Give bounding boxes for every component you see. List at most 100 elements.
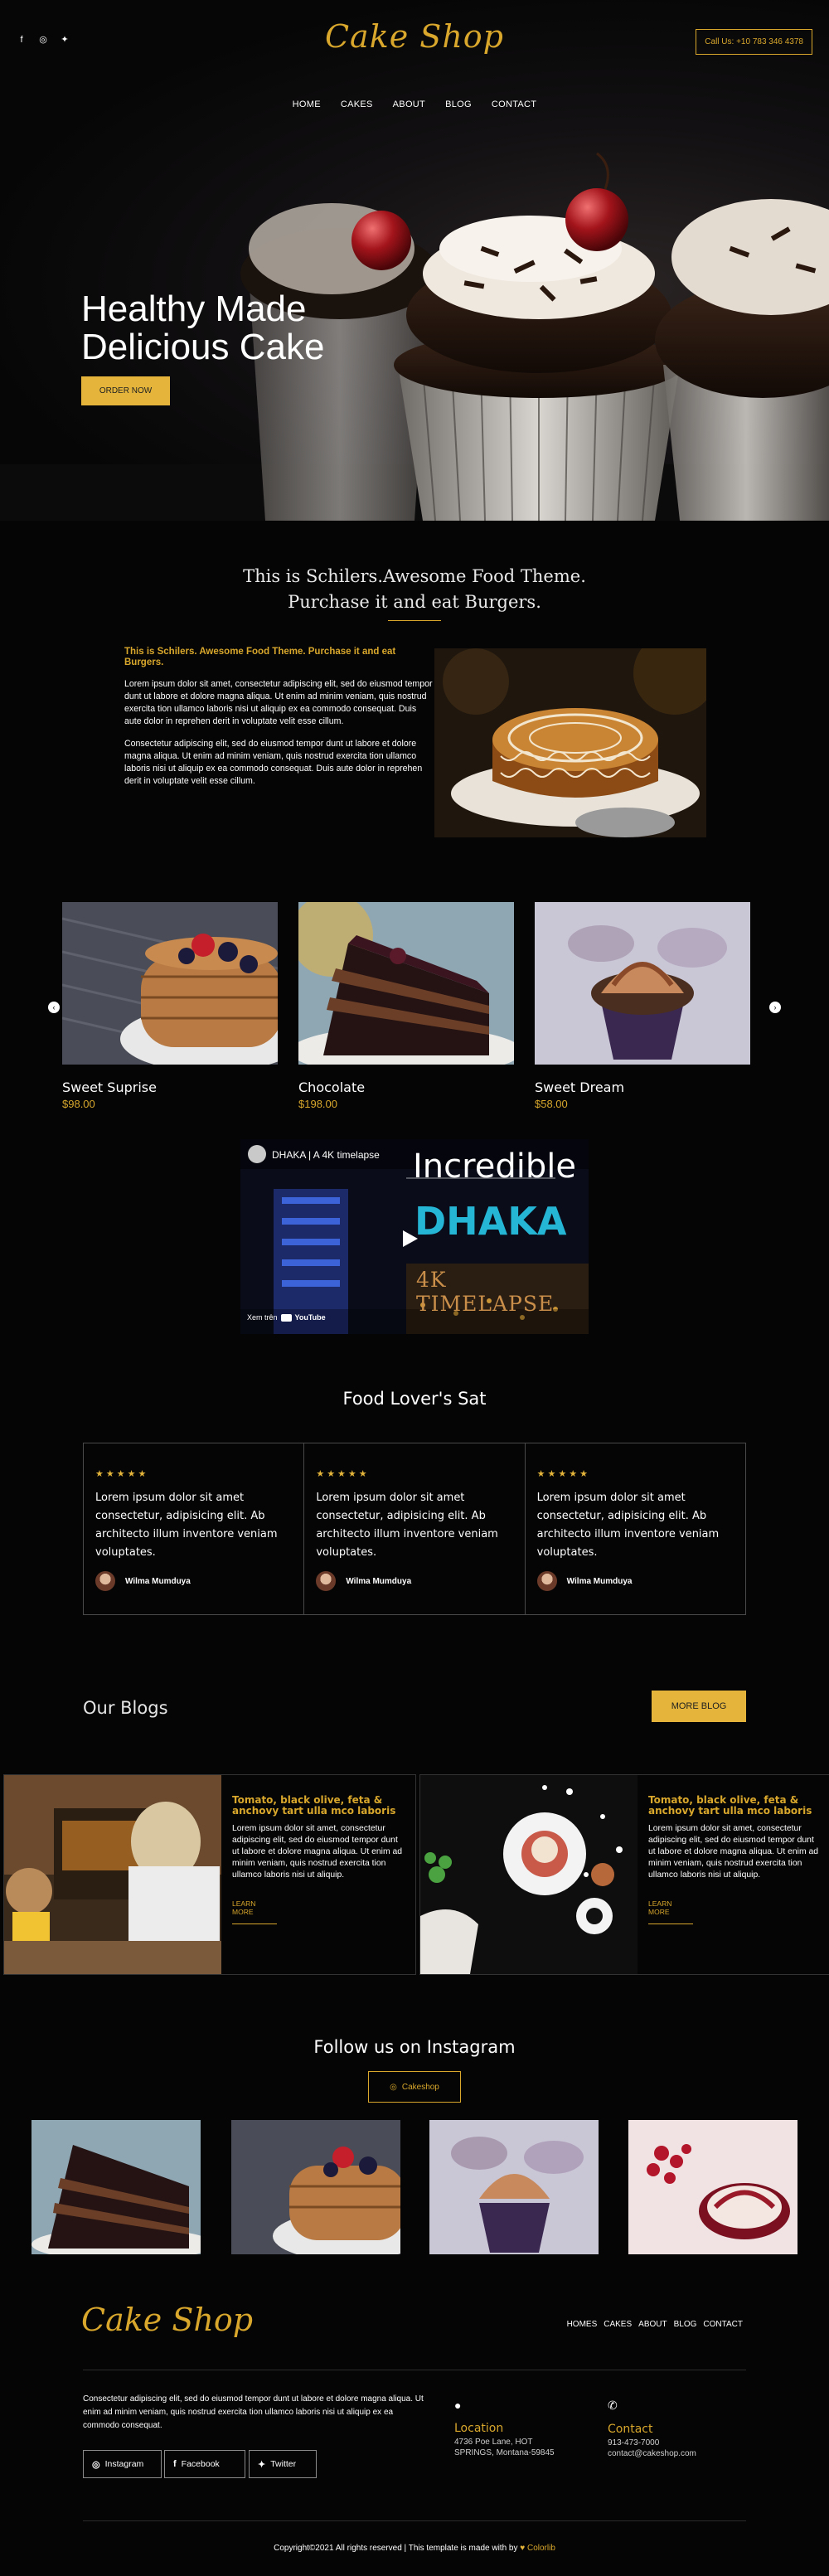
- testimonial-text: Lorem ipsum dolor sit amet consectetur, …: [316, 1492, 498, 1559]
- nav-about[interactable]: ABOUT: [393, 99, 425, 109]
- footer-instagram-label: Instagram: [104, 2459, 144, 2469]
- footer-facebook-button[interactable]: f Facebook: [164, 2450, 245, 2478]
- product-image-2: [298, 902, 514, 1065]
- location-line1: 4736 Poe Lane, HOT: [454, 2438, 533, 2447]
- footer-nav-about[interactable]: ABOUT: [638, 2320, 667, 2329]
- rating-stars: ★★★★★: [316, 1469, 370, 1479]
- instagram-button-label: Cakeshop: [401, 2082, 439, 2092]
- product-price-3: $58.00: [535, 1098, 568, 1110]
- about-cake-image: [434, 648, 706, 837]
- blog-title-2[interactable]: Tomato, black olive, feta & anchovy tart…: [648, 1795, 821, 1817]
- nav-blog[interactable]: BLOG: [445, 99, 472, 109]
- phone-icon: ✆: [608, 2399, 618, 2412]
- rating-stars: ★★★★★: [536, 1469, 590, 1479]
- product-name-3: Sweet Dream: [535, 1079, 625, 1095]
- footer-nav: HOMES CAKES ABOUT BLOG CONTACT: [567, 2320, 743, 2329]
- product-card-3[interactable]: Sweet Dream $58.00: [535, 902, 750, 1110]
- main-nav: HOME CAKES ABOUT BLOG CONTACT: [0, 99, 829, 109]
- about-heading-line2: Purchase it and eat Burgers.: [288, 592, 541, 612]
- location-line2: SPRINGS, Montana-59845: [454, 2448, 555, 2457]
- colorlib-link[interactable]: Colorlib: [527, 2544, 555, 2553]
- rating-stars: ★★★★★: [95, 1469, 149, 1479]
- carousel-prev-button[interactable]: ‹: [48, 1002, 60, 1013]
- video-watch-on-label: Xem trên: [247, 1313, 278, 1322]
- blog-image-2: [420, 1775, 638, 1974]
- testimonial-card: ★★★★★ Lorem ipsum dolor sit amet consect…: [524, 1443, 746, 1614]
- instagram-image-2[interactable]: [231, 2120, 400, 2254]
- twitter-icon: ✦: [258, 2459, 266, 2470]
- footer-twitter-button[interactable]: ✦ Twitter: [249, 2450, 317, 2478]
- blog-text-1: Lorem ipsum dolor sit amet, consectetur …: [232, 1824, 403, 1880]
- blog-body-2: Tomato, black olive, feta & anchovy tart…: [638, 1775, 829, 1974]
- more-blog-button[interactable]: MORE BLOG: [652, 1691, 746, 1722]
- product-image-3: [535, 902, 750, 1065]
- testimonial-author: Wilma Mumduya: [536, 1571, 632, 1591]
- footer-bottom-divider: [83, 2520, 746, 2521]
- top-bar: f ◎ ✦ Cake Shop Call Us: +10 783 346 437…: [0, 0, 829, 83]
- youtube-video-embed[interactable]: DHAKA | A 4K timelapse Incredible DHAKA …: [240, 1139, 589, 1334]
- instagram-image-3[interactable]: [429, 2120, 599, 2254]
- blog-title-1[interactable]: Tomato, black olive, feta & anchovy tart…: [232, 1795, 405, 1817]
- nav-cakes[interactable]: CAKES: [341, 99, 373, 109]
- instagram-follow-button[interactable]: ◎ Cakeshop: [368, 2071, 461, 2103]
- footer-twitter-label: Twitter: [270, 2459, 297, 2469]
- testimonial-text: Lorem ipsum dolor sit amet consectetur, …: [95, 1492, 278, 1559]
- footer-facebook-label: Facebook: [181, 2459, 220, 2469]
- contact-phone[interactable]: 913-473-7000: [608, 2438, 696, 2448]
- footer-instagram-button[interactable]: ◎ Instagram: [83, 2450, 162, 2478]
- instagram-image-1[interactable]: [32, 2120, 201, 2254]
- avatar: [536, 1571, 557, 1591]
- video-overlay-title: Incredible: [413, 1147, 576, 1186]
- product-card-1[interactable]: Sweet Suprise $98.00: [62, 902, 278, 1110]
- blogs-title: Our Blogs: [83, 1698, 168, 1718]
- about-divider: [388, 620, 441, 621]
- hero-title-line2: Delicious Cake: [81, 327, 325, 367]
- nav-home[interactable]: HOME: [293, 99, 321, 109]
- about-text: This is Schilers. Awesome Food Theme. Pu…: [124, 647, 433, 798]
- instagram-image-4[interactable]: [628, 2120, 797, 2254]
- facebook-icon: f: [173, 2459, 177, 2469]
- testimonials-list: ★★★★★ Lorem ipsum dolor sit amet consect…: [83, 1443, 746, 1615]
- video-overlay-city: DHAKA: [414, 1199, 567, 1244]
- instagram-icon: ◎: [390, 2082, 397, 2092]
- copyright-text: Copyright©2021 All rights reserved | Thi…: [274, 2544, 518, 2553]
- footer-about-text: Consectetur adipiscing elit, sed do eius…: [83, 2394, 424, 2430]
- nav-contact[interactable]: CONTACT: [492, 99, 536, 109]
- contact-email[interactable]: contact@cakeshop.com: [608, 2449, 696, 2459]
- instagram-icon: ◎: [92, 2459, 100, 2470]
- order-now-button[interactable]: ORDER NOW: [81, 376, 170, 405]
- hero-title-line1: Healthy Made: [81, 289, 307, 329]
- footer-nav-cakes[interactable]: CAKES: [604, 2320, 632, 2329]
- copyright: Copyright©2021 All rights reserved | Thi…: [0, 2544, 829, 2553]
- footer-nav-blog[interactable]: BLOG: [674, 2320, 697, 2329]
- product-price-2: $198.00: [298, 1098, 337, 1110]
- product-name-2: Chocolate: [298, 1079, 366, 1095]
- blog-card-2[interactable]: Tomato, black olive, feta & anchovy tart…: [419, 1774, 829, 1975]
- contact-title: Contact: [608, 2423, 653, 2436]
- location-title: Location: [454, 2422, 504, 2435]
- footer-logo[interactable]: Cake Shop: [81, 2302, 253, 2338]
- author-name: Wilma Mumduya: [125, 1576, 191, 1586]
- product-image-1: [62, 902, 278, 1065]
- blog-card-1[interactable]: Tomato, black olive, feta & anchovy tart…: [3, 1774, 416, 1975]
- footer-contact: ✆ Contact 913-473-7000 contact@cakeshop.…: [608, 2399, 696, 2459]
- testimonial-text: Lorem ipsum dolor sit amet consectetur, …: [536, 1492, 720, 1559]
- about-paragraph-2: Consectetur adipiscing elit, sed do eius…: [124, 739, 423, 786]
- footer-nav-contact[interactable]: CONTACT: [703, 2320, 743, 2329]
- footer-nav-homes[interactable]: HOMES: [567, 2320, 598, 2329]
- carousel-next-button[interactable]: ›: [769, 1002, 781, 1013]
- heart-icon: ♥: [520, 2544, 526, 2553]
- call-us-button[interactable]: Call Us: +10 783 346 4378: [696, 29, 812, 55]
- learn-more-link-2[interactable]: LEARN MORE: [648, 1899, 693, 1924]
- footer-location: ● Location 4736 Poe Lane, HOT SPRINGS, M…: [454, 2399, 555, 2458]
- video-watch-on[interactable]: Xem trên YouTube: [247, 1313, 326, 1322]
- testimonials-title: Food Lover's Sat: [342, 1389, 487, 1409]
- about-heading: This is Schilers.Awesome Food Theme. Pur…: [0, 564, 829, 615]
- learn-more-link-1[interactable]: LEARN MORE: [232, 1899, 277, 1924]
- blog-image-1: [4, 1775, 221, 1974]
- page: f ◎ ✦ Cake Shop Call Us: +10 783 346 437…: [0, 0, 829, 2576]
- about-paragraph-1: Lorem ipsum dolor sit amet, consectetur …: [124, 679, 433, 726]
- product-card-2[interactable]: Chocolate $198.00: [298, 902, 514, 1110]
- testimonial-author: Wilma Mumduya: [95, 1571, 191, 1591]
- testimonial-author: Wilma Mumduya: [316, 1571, 411, 1591]
